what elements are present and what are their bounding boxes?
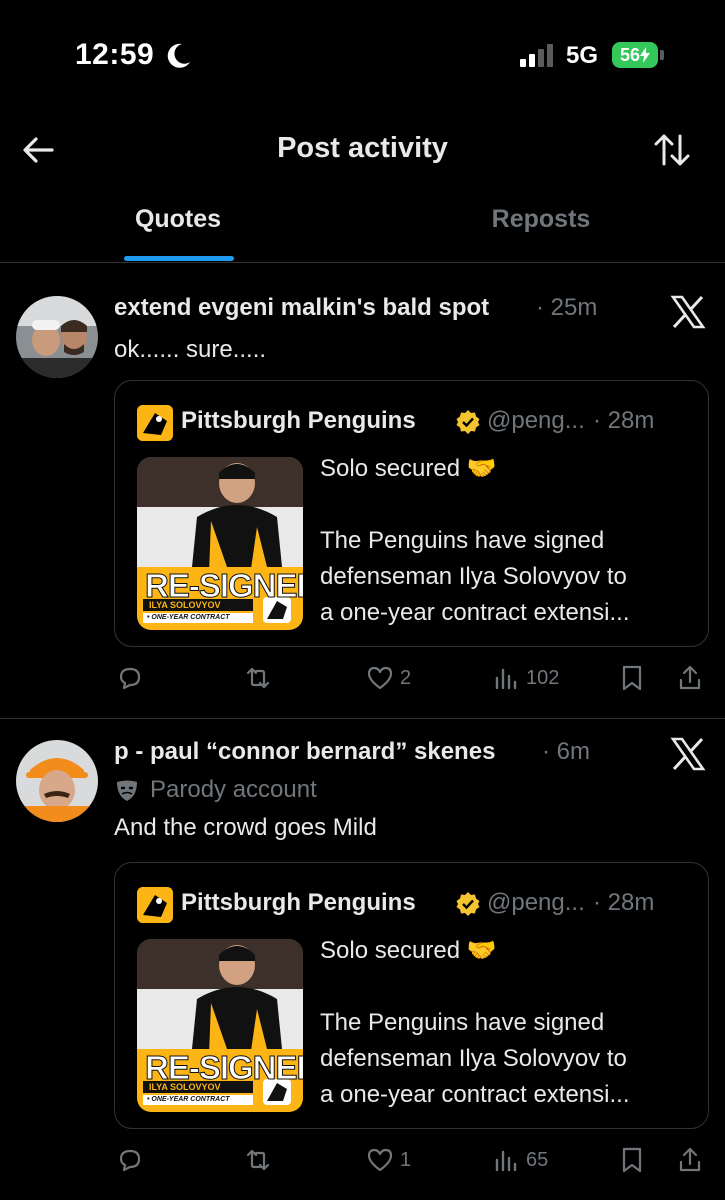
- quoted-text-line: a one-year contract extensi...: [320, 1081, 630, 1108]
- tab-quotes[interactable]: Quotes: [104, 205, 252, 234]
- quoted-text-line: a one-year contract extensi...: [320, 599, 630, 626]
- quoted-media-thumbnail[interactable]: RE-SIGNED ILYA SOLOVYOV • ONE-YEAR CONTR…: [137, 939, 303, 1112]
- penguins-logo-icon: [137, 405, 173, 441]
- views-icon: [495, 1150, 517, 1172]
- battery-icon: 56: [612, 42, 658, 68]
- repost-button[interactable]: [244, 1146, 272, 1174]
- repost-icon: [246, 1149, 270, 1171]
- view-count: 65: [526, 1148, 549, 1171]
- like-button[interactable]: 2: [366, 664, 411, 692]
- post-author-name[interactable]: p - paul “connor bernard” skenes: [114, 738, 495, 766]
- share-button[interactable]: [676, 1146, 704, 1174]
- status-time: 12:59: [75, 38, 155, 71]
- quoted-text-line: Solo secured 🤝: [320, 937, 497, 964]
- quoted-author-name[interactable]: Pittsburgh Penguins: [181, 407, 416, 435]
- quoted-text: Solo secured 🤝 The Penguins have signed …: [320, 451, 630, 631]
- quoted-post-card[interactable]: Pittsburgh Penguins @peng... · 28m RE-SI…: [114, 380, 709, 647]
- bookmark-icon: [622, 1147, 642, 1173]
- charging-bolt-icon: [640, 47, 651, 63]
- quoted-text-line: The Penguins have signed: [320, 1009, 605, 1036]
- reply-button[interactable]: [116, 664, 144, 692]
- graphic-subtitle: • ONE-YEAR CONTRACT: [147, 1096, 230, 1103]
- quoted-media-thumbnail[interactable]: RE-SIGNED ILYA SOLOVYOV • ONE-YEAR CONTR…: [137, 457, 303, 630]
- battery-nub: [660, 50, 664, 60]
- quoted-text: Solo secured 🤝 The Penguins have signed …: [320, 933, 630, 1113]
- quoted-author-name[interactable]: Pittsburgh Penguins: [181, 889, 416, 917]
- quoted-time[interactable]: · 28m: [593, 889, 654, 917]
- avatar[interactable]: [16, 740, 98, 822]
- divider: [0, 262, 725, 263]
- signal-icon: [520, 44, 553, 67]
- repost-button[interactable]: [244, 664, 272, 692]
- moon-icon: [167, 43, 190, 68]
- views-icon: [495, 668, 517, 690]
- quoted-handle[interactable]: @peng...: [487, 889, 585, 917]
- quoted-handle[interactable]: @peng...: [487, 407, 585, 435]
- like-button[interactable]: 1: [366, 1146, 411, 1174]
- heart-icon: [367, 1148, 393, 1172]
- post-time[interactable]: · 6m: [542, 738, 590, 766]
- parody-account-label: Parody account: [150, 776, 317, 803]
- like-count: 1: [400, 1148, 412, 1171]
- reply-button[interactable]: [116, 1146, 144, 1174]
- repost-icon: [246, 667, 270, 689]
- post-time[interactable]: · 25m: [536, 294, 597, 322]
- share-icon: [679, 1147, 701, 1172]
- quoted-text-line: [320, 487, 630, 523]
- reply-icon: [119, 1149, 141, 1172]
- graphic-player-name: ILYA SOLOVYOV: [149, 600, 221, 610]
- post-text: ok...... sure.....: [114, 336, 267, 363]
- x-logo-icon[interactable]: [670, 294, 706, 330]
- heart-icon: [367, 666, 393, 690]
- sort-icon[interactable]: [652, 130, 692, 170]
- quoted-text-line: Solo secured 🤝: [320, 455, 497, 482]
- graphic-subtitle: • ONE-YEAR CONTRACT: [147, 614, 230, 621]
- divider: [0, 718, 725, 719]
- quoted-text-line: defenseman Ilya Solovyov to: [320, 1045, 627, 1072]
- bookmark-button[interactable]: [618, 664, 646, 692]
- tab-reposts[interactable]: Reposts: [470, 205, 612, 234]
- penguins-logo-icon: [137, 887, 173, 923]
- quoted-text-line: [320, 969, 630, 1005]
- share-button[interactable]: [676, 664, 704, 692]
- bookmark-icon: [622, 665, 642, 691]
- verified-badge-icon: [456, 410, 480, 434]
- views-button[interactable]: 102: [492, 664, 559, 692]
- avatar[interactable]: [16, 296, 98, 378]
- quoted-time[interactable]: · 28m: [593, 407, 654, 435]
- battery-level: 56: [619, 44, 641, 65]
- quoted-text-line: The Penguins have signed: [320, 527, 605, 554]
- bookmark-button[interactable]: [618, 1146, 646, 1174]
- x-logo-icon[interactable]: [670, 736, 706, 772]
- reply-icon: [119, 667, 141, 690]
- graphic-player-name: ILYA SOLOVYOV: [149, 1082, 221, 1092]
- share-icon: [679, 665, 701, 690]
- quoted-text-line: defenseman Ilya Solovyov to: [320, 563, 627, 590]
- quoted-post-card[interactable]: Pittsburgh Penguins @peng... · 28m RE-SI…: [114, 862, 709, 1129]
- theater-masks-icon: [117, 780, 137, 801]
- view-count: 102: [526, 666, 560, 689]
- post-text: And the crowd goes Mild: [114, 814, 377, 841]
- page-title: Post activity: [277, 132, 448, 164]
- active-tab-indicator: [124, 256, 234, 261]
- post-author-name[interactable]: extend evgeni malkin's bald spot: [114, 294, 489, 322]
- verified-badge-icon: [456, 892, 480, 916]
- views-button[interactable]: 65: [492, 1146, 548, 1174]
- network-label: 5G: [566, 42, 599, 69]
- like-count: 2: [400, 666, 412, 689]
